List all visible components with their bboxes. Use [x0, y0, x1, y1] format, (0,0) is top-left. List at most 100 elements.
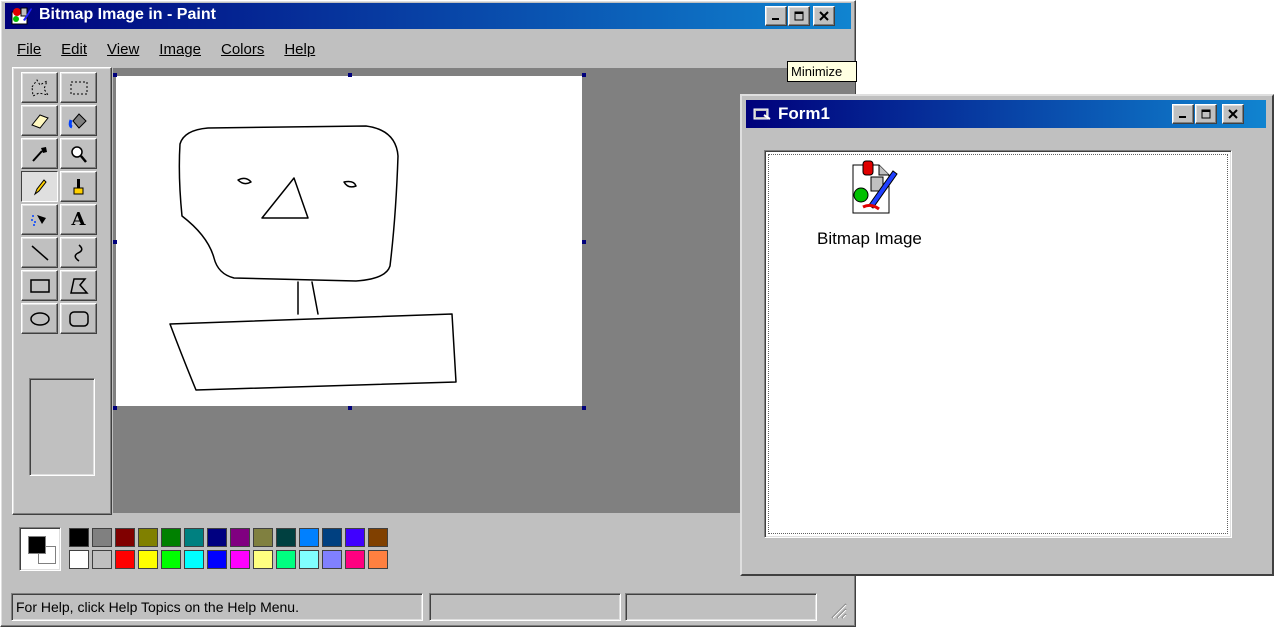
menu-edit[interactable]: Edit	[49, 41, 95, 58]
size-grip-icon[interactable]	[829, 601, 847, 619]
tool-airbrush[interactable]	[21, 204, 58, 235]
palette-swatch[interactable]	[299, 528, 319, 547]
maximize-button[interactable]	[788, 6, 810, 26]
resize-handle-middle-right[interactable]	[582, 240, 586, 244]
minimize-tooltip: Minimize	[787, 61, 857, 82]
palette-swatch[interactable]	[345, 528, 365, 547]
rounded-rectangle-icon	[68, 310, 89, 327]
palette-swatch[interactable]	[322, 550, 342, 569]
tool-eraser[interactable]	[21, 105, 58, 136]
fill-bucket-icon	[68, 112, 87, 129]
palette-swatch[interactable]	[345, 550, 365, 569]
palette-swatch[interactable]	[69, 550, 89, 569]
resize-handle-top-left[interactable]	[113, 73, 117, 77]
menu-colors[interactable]: Colors	[209, 41, 272, 58]
tool-options-box[interactable]	[29, 378, 95, 476]
form1-maximize-button[interactable]	[1195, 104, 1217, 124]
palette-swatch[interactable]	[276, 550, 296, 569]
ellipse-icon	[29, 311, 50, 326]
palette-swatch[interactable]	[276, 528, 296, 547]
minimize-icon	[1179, 116, 1186, 118]
minimize-icon	[772, 18, 779, 20]
palette-swatch[interactable]	[207, 550, 227, 569]
form1-app-icon[interactable]	[752, 105, 772, 123]
palette-swatch[interactable]	[368, 528, 388, 547]
palette-swatch[interactable]	[207, 528, 227, 547]
magnifier-icon	[70, 145, 87, 163]
tool-rectangle[interactable]	[21, 270, 58, 301]
stick-figure-drawing	[169, 125, 457, 391]
tool-ellipse[interactable]	[21, 303, 58, 334]
text-tool-icon: A	[71, 209, 86, 230]
airbrush-icon	[30, 214, 46, 226]
palette-swatch[interactable]	[368, 550, 388, 569]
palette-swatch[interactable]	[184, 550, 204, 569]
resize-handle-bottom-center[interactable]	[348, 406, 352, 410]
palette-swatch[interactable]	[253, 528, 273, 547]
close-button[interactable]	[813, 6, 835, 26]
minimize-button[interactable]	[765, 6, 787, 26]
status-pane-coordinates	[429, 593, 621, 621]
status-pane-size	[625, 593, 817, 621]
tool-magnifier[interactable]	[60, 138, 97, 169]
tool-fill-with-color[interactable]	[60, 105, 97, 136]
palette-swatch[interactable]	[230, 550, 250, 569]
maximize-icon	[794, 11, 803, 21]
tool-pencil[interactable]	[21, 171, 58, 202]
paint-app-icon[interactable]	[11, 6, 33, 26]
palette-swatch[interactable]	[299, 550, 319, 569]
bitmap-image-icon[interactable]	[849, 159, 901, 221]
resize-handle-top-center[interactable]	[348, 73, 352, 77]
palette-swatch[interactable]	[184, 528, 204, 547]
palette-swatch[interactable]	[115, 528, 135, 547]
rectangle-icon	[29, 278, 50, 293]
palette-swatch[interactable]	[92, 528, 112, 547]
bitmap-image-label: Bitmap Image	[817, 229, 922, 248]
line-icon	[31, 244, 48, 261]
resize-handle-top-right[interactable]	[582, 73, 586, 77]
menu-help[interactable]: Help	[272, 41, 323, 58]
resize-handle-middle-left[interactable]	[113, 240, 117, 244]
drawing-canvas[interactable]	[116, 76, 582, 406]
menu-image[interactable]: Image	[147, 41, 209, 58]
paint-window: Bitmap Image in - Paint File Edit View Imag…	[0, 0, 857, 627]
resize-handle-bottom-left[interactable]	[113, 406, 117, 410]
palette-swatch[interactable]	[92, 550, 112, 569]
free-form-select-icon	[30, 78, 49, 97]
paint-window-title: Bitmap Image in - Paint	[39, 6, 216, 23]
palette-swatch[interactable]	[115, 550, 135, 569]
tool-rectangle-select[interactable]	[60, 72, 97, 103]
palette-swatch[interactable]	[322, 528, 342, 547]
palette-swatch[interactable]	[161, 528, 181, 547]
curve-icon	[74, 243, 82, 262]
polygon-icon	[69, 277, 89, 294]
palette-swatch[interactable]	[230, 528, 250, 547]
current-colors-indicator[interactable]	[19, 527, 61, 571]
form1-title-bar[interactable]: Form1	[746, 100, 1266, 128]
tool-rounded-rectangle[interactable]	[60, 303, 97, 334]
foreground-color-swatch	[28, 536, 46, 554]
palette-swatch[interactable]	[253, 550, 273, 569]
palette-swatch[interactable]	[69, 528, 89, 547]
form1-minimize-button[interactable]	[1172, 104, 1194, 124]
paint-title-bar[interactable]: Bitmap Image in - Paint	[5, 3, 851, 29]
ole-object-frame[interactable]: Bitmap Image	[768, 154, 1228, 534]
tool-text[interactable]: A	[60, 204, 97, 235]
tool-brush[interactable]	[60, 171, 97, 202]
form1-close-button[interactable]	[1222, 104, 1244, 124]
resize-handle-bottom-right[interactable]	[582, 406, 586, 410]
tool-pick-color[interactable]	[21, 138, 58, 169]
maximize-icon	[1201, 109, 1210, 119]
palette-swatch[interactable]	[161, 550, 181, 569]
brush-icon	[73, 178, 83, 194]
ole-container[interactable]: Bitmap Image	[764, 150, 1232, 538]
menu-file[interactable]: File	[5, 41, 49, 58]
palette-swatch[interactable]	[138, 550, 158, 569]
tool-free-form-select[interactable]	[21, 72, 58, 103]
palette-swatch[interactable]	[138, 528, 158, 547]
menu-view[interactable]: View	[95, 41, 147, 58]
rectangle-select-icon	[70, 81, 87, 94]
tool-curve[interactable]	[60, 237, 97, 268]
tool-line[interactable]	[21, 237, 58, 268]
tool-polygon[interactable]	[60, 270, 97, 301]
